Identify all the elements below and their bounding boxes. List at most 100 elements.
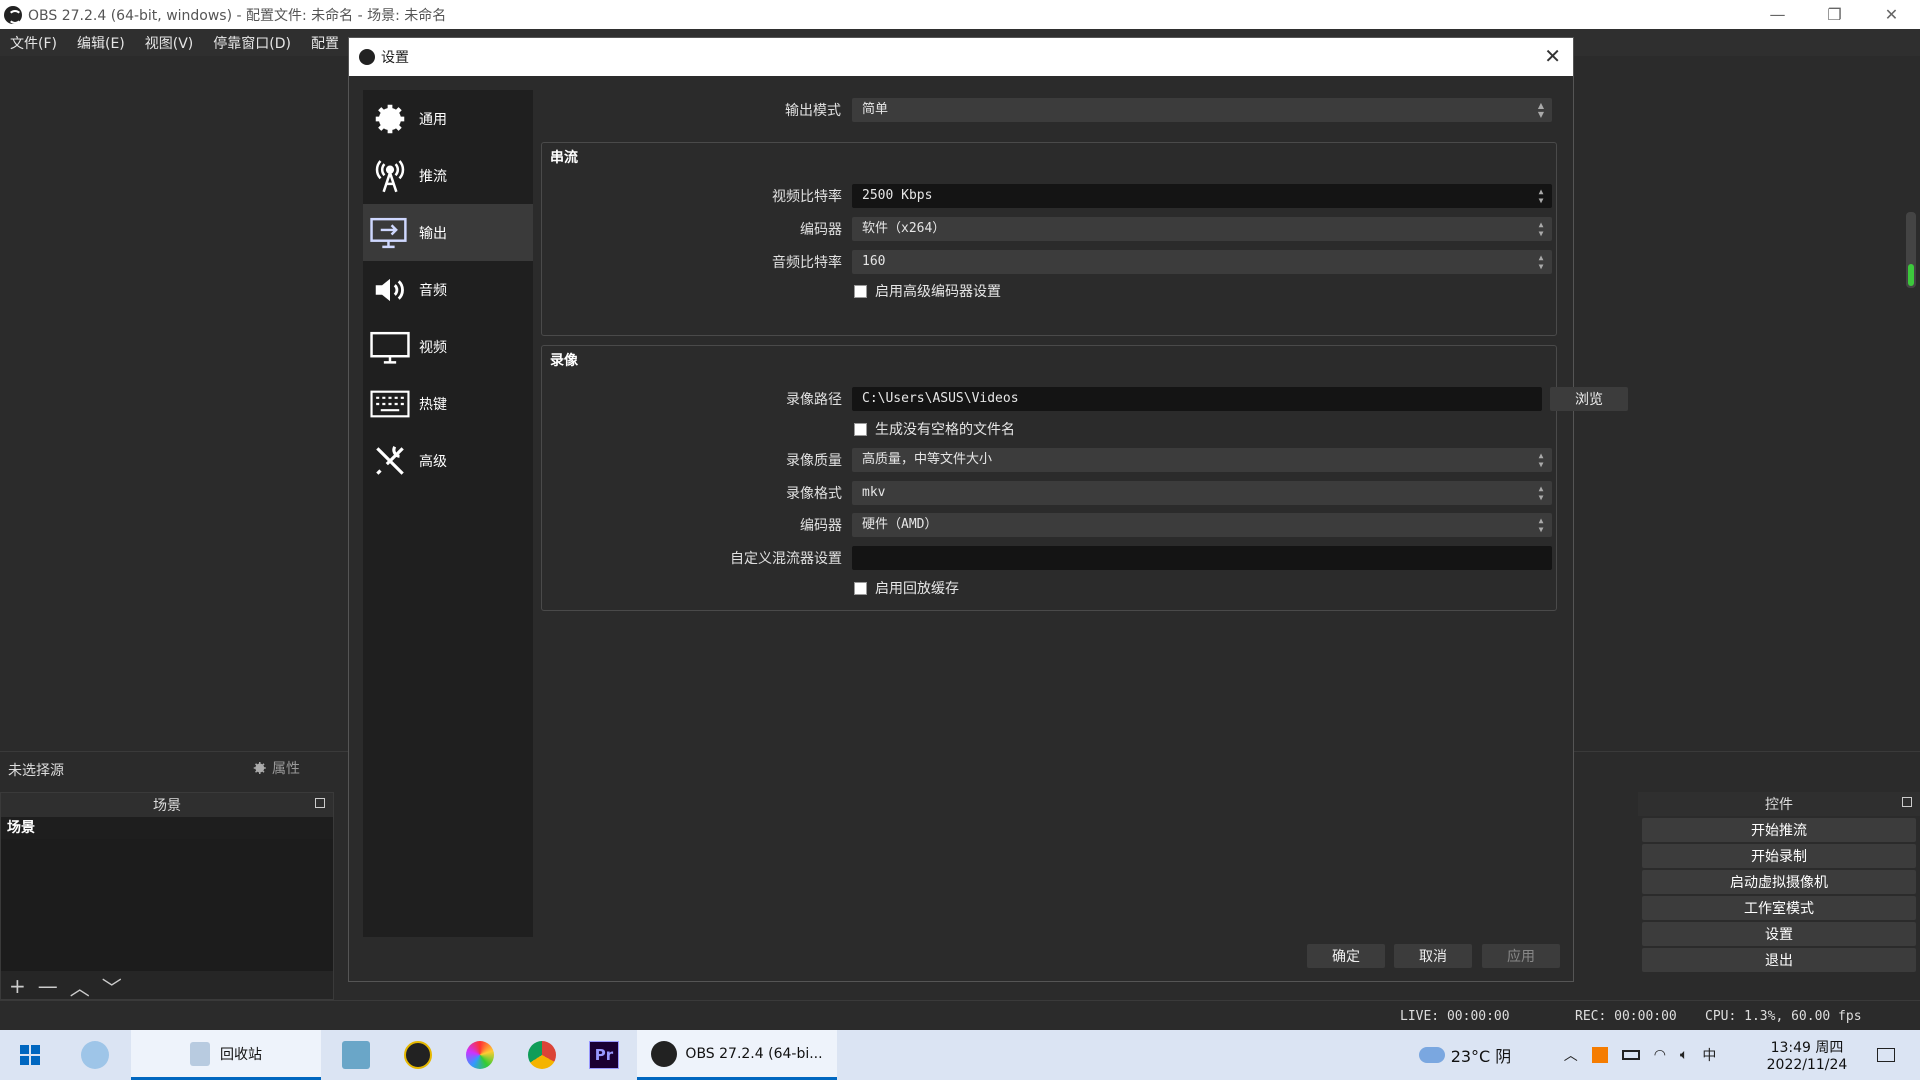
sidebar-item-audio[interactable]: 音频 <box>363 261 533 318</box>
settings-content: 输出模式 简单 ▲ ▼ 串流 视频比特率 2500 Kbps ▲ ▼ 编码器 软件（… <box>541 90 1628 940</box>
chevron-up-icon[interactable]: ︿ <box>1564 1045 1578 1065</box>
start-streaming-button[interactable]: 开始推流 <box>1642 818 1916 842</box>
remove-scene-icon[interactable]: — <box>38 974 58 998</box>
studio-mode-button[interactable]: 工作室模式 <box>1642 896 1916 920</box>
add-scene-icon[interactable]: + <box>9 974 26 998</box>
spin-arrows-icon: ▲ ▼ <box>1538 451 1544 469</box>
recycle-bin-icon <box>190 1041 210 1066</box>
ime-orange-icon[interactable] <box>1591 1047 1608 1063</box>
menu-edit[interactable]: 编辑(E) <box>67 33 135 53</box>
float-dock-icon[interactable] <box>1902 797 1912 807</box>
sidebar-item-video[interactable]: 视频 <box>363 318 533 375</box>
close-window-button[interactable]: ✕ <box>1863 0 1920 29</box>
stream-encoder-label: 编码器 <box>800 222 842 238</box>
recording-quality-select[interactable]: 高质量，中等文件大小 ▲ ▼ <box>852 448 1552 472</box>
sidebar-item-advanced[interactable]: 高级 <box>363 432 533 489</box>
output-monitor-icon <box>369 212 411 254</box>
sidebar-item-stream[interactable]: 推流 <box>363 147 533 204</box>
settings-title-bar: 设置 ✕ <box>349 38 1573 76</box>
audio-meter <box>1906 212 1916 288</box>
taskbar-obs[interactable]: OBS 27.2.4 (64-bi... <box>637 1030 837 1080</box>
recording-encoder-select[interactable]: 硬件（AMD） ▲ ▼ <box>852 513 1552 537</box>
sidebar-item-general[interactable]: 通用 <box>363 90 533 147</box>
start-virtual-camera-button[interactable]: 启动虚拟摄像机 <box>1642 870 1916 894</box>
spin-arrows-icon[interactable]: ▲ ▼ <box>1536 187 1546 205</box>
cpu-status: CPU: 1.3%, 60.00 fps <box>1705 1009 1862 1024</box>
obs-logo-icon <box>651 1040 678 1067</box>
spin-arrows-icon: ▲ ▼ <box>1538 484 1544 502</box>
muxer-settings-input[interactable] <box>852 546 1552 570</box>
menu-file[interactable]: 文件(F) <box>0 33 67 53</box>
window-controls: — ❐ ✕ <box>1749 0 1920 29</box>
browse-button[interactable]: 浏览 <box>1550 387 1628 411</box>
sidebar-item-output[interactable]: 输出 <box>363 204 533 261</box>
status-bar: LIVE: 00:00:00 REC: 00:00:00 CPU: 1.3%, … <box>0 1000 1920 1030</box>
output-mode-label: 输出模式 <box>785 103 841 119</box>
ok-button[interactable]: 确定 <box>1307 944 1385 968</box>
ime-indicator[interactable]: 中 <box>1702 1045 1716 1065</box>
no-source-label: 未选择源 <box>8 762 64 779</box>
settings-button[interactable]: 设置 <box>1642 922 1916 946</box>
stream-encoder-select[interactable]: 软件（x264） ▲ ▼ <box>852 217 1552 241</box>
sidebar-item-hotkeys[interactable]: 热键 <box>363 375 533 432</box>
advanced-encoder-checkbox[interactable]: 启用高级编码器设置 <box>854 281 1001 301</box>
rec-status: REC: 00:00:00 <box>1575 1009 1677 1024</box>
video-bitrate-input[interactable]: 2500 Kbps ▲ ▼ <box>852 184 1552 208</box>
audio-bitrate-label: 音频比特率 <box>772 255 842 271</box>
menu-docks[interactable]: 停靠窗口(D) <box>203 33 301 53</box>
move-down-icon[interactable]: ﹀ <box>102 972 122 1001</box>
premiere-pro-icon[interactable]: Pr <box>584 1030 624 1080</box>
maximize-button[interactable]: ❐ <box>1806 0 1863 29</box>
spin-arrows-icon: ▲ ▼ <box>1537 101 1545 119</box>
menu-view[interactable]: 视图(V) <box>135 33 204 53</box>
scenes-dock-footer: + — ︿ ﹀ <box>1 971 333 1001</box>
recording-format-select[interactable]: mkv ▲ ▼ <box>852 481 1552 505</box>
volume-icon[interactable]: 🔈︎ <box>1680 1047 1688 1063</box>
taskbar-recycle-bin[interactable]: 回收站 <box>131 1030 321 1080</box>
replay-buffer-checkbox[interactable]: 启用回放缓存 <box>854 578 959 598</box>
scene-list-item[interactable]: 场景 <box>1 817 333 839</box>
unreal-engine-icon[interactable] <box>398 1030 438 1080</box>
settings-dialog: 设置 ✕ 通用 推流 输出 音频 视频 热键 高级 输出模式 简单 ▲ ▼ 串流… <box>348 37 1628 982</box>
color-app-icon[interactable] <box>460 1030 500 1080</box>
recording-path-label: 录像路径 <box>786 392 842 408</box>
tools-icon <box>369 440 411 482</box>
paint-app-icon[interactable] <box>75 1030 115 1080</box>
recording-path-input[interactable]: C:\Users\ASUS\Videos <box>852 387 1542 411</box>
exit-button[interactable]: 退出 <box>1642 948 1916 972</box>
properties-button[interactable]: 属性 <box>250 758 300 778</box>
cloud-icon <box>1418 1047 1445 1063</box>
scene-list[interactable] <box>1 839 333 971</box>
start-button[interactable] <box>10 1030 50 1080</box>
clock[interactable]: 13:49 周四 2022/11/24 <box>1752 1030 1862 1080</box>
cancel-button[interactable]: 取消 <box>1394 944 1472 968</box>
chrome-icon[interactable] <box>522 1030 562 1080</box>
taskbar: 回收站 Pr OBS 27.2.4 (64-bi... 23°C 阴 ︿ ◠ 🔈… <box>0 1030 1920 1080</box>
close-dialog-icon[interactable]: ✕ <box>1544 44 1561 68</box>
weather-widget[interactable]: 23°C 阴 <box>1410 1030 1520 1080</box>
spin-arrows-icon: ▲ ▼ <box>1538 220 1544 238</box>
gear-icon <box>369 98 411 140</box>
audio-bitrate-select[interactable]: 160 ▲ ▼ <box>852 250 1552 274</box>
speaker-icon <box>369 269 411 311</box>
output-mode-select[interactable]: 简单 ▲ ▼ <box>852 98 1552 122</box>
gear-icon <box>253 762 266 774</box>
menu-profile[interactable]: 配置 <box>301 33 349 53</box>
start-recording-button[interactable]: 开始录制 <box>1642 844 1916 868</box>
video-bitrate-label: 视频比特率 <box>772 189 842 205</box>
move-up-icon[interactable]: ︿ <box>70 972 90 1001</box>
wifi-icon[interactable]: ◠ <box>1654 1047 1666 1063</box>
windows-icon <box>20 1045 40 1065</box>
notification-icon[interactable] <box>1866 1030 1906 1080</box>
minimize-button[interactable]: — <box>1749 0 1806 29</box>
spin-arrows-icon: ▲ ▼ <box>1538 516 1544 534</box>
streaming-group-title: 串流 <box>550 150 578 166</box>
float-dock-icon[interactable] <box>315 798 325 808</box>
recording-quality-label: 录像质量 <box>786 453 842 469</box>
obs-logo-icon <box>4 5 22 24</box>
spin-arrows-icon: ▲ ▼ <box>1538 253 1544 271</box>
battery-icon[interactable] <box>1621 1050 1640 1060</box>
notes-app-icon[interactable] <box>336 1030 376 1080</box>
no-space-filename-checkbox[interactable]: 生成没有空格的文件名 <box>854 419 1015 439</box>
apply-button[interactable]: 应用 <box>1482 944 1560 968</box>
